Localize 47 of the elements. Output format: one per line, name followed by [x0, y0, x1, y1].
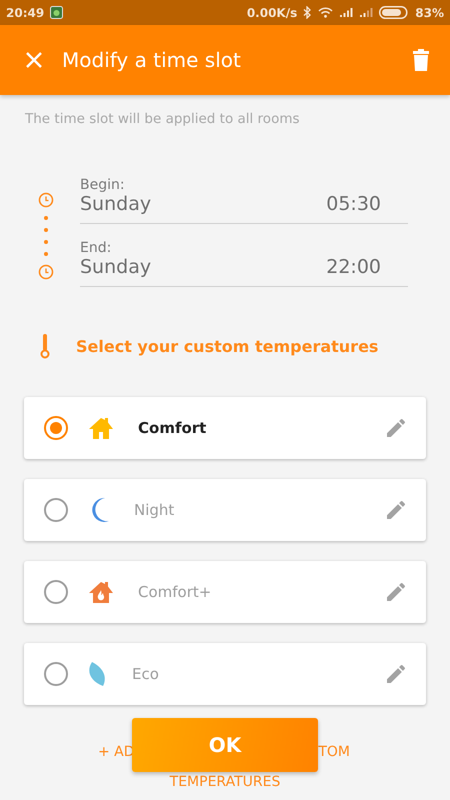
battery-icon	[379, 6, 410, 19]
thermometer-icon	[40, 333, 50, 359]
radio-button[interactable]	[44, 662, 68, 686]
delete-button[interactable]	[412, 48, 430, 72]
screen-title: Modify a time slot	[62, 48, 242, 72]
time-field[interactable]: Begin: Sunday 05:30	[80, 177, 408, 224]
leaf-icon	[88, 661, 108, 687]
field-label: Begin:	[80, 177, 126, 193]
hint-text: The time slot will be applied to all rooms	[24, 110, 301, 127]
section-title: Select your custom temperatures	[76, 336, 378, 356]
field-label: End:	[80, 240, 112, 256]
add-link-text[interactable]: TEMPERATURES	[170, 774, 280, 790]
temperature-name: Eco	[132, 665, 160, 683]
radio-button[interactable]	[44, 416, 68, 440]
network-speed: 0.00K/s	[246, 6, 298, 20]
time-value: 22:00	[326, 256, 382, 278]
clock-icon	[38, 264, 54, 280]
wifi-icon	[318, 7, 334, 18]
add-link-text[interactable]: TOM	[318, 744, 350, 760]
house-icon	[88, 416, 114, 440]
time-field[interactable]: End: Sunday 22:00	[80, 240, 408, 287]
temperature-card[interactable]: Comfort+	[24, 561, 426, 623]
pencil-icon[interactable]	[384, 416, 408, 440]
battery-level: 83%	[415, 6, 444, 20]
ok-button[interactable]: OK	[132, 718, 318, 772]
status-time: 20:49	[6, 6, 44, 20]
pencil-icon[interactable]	[384, 580, 408, 604]
day-value: Sunday	[80, 193, 152, 215]
temperature-card[interactable]: Eco	[24, 643, 426, 705]
signal-icon	[339, 7, 354, 18]
day-value: Sunday	[80, 256, 152, 278]
temperature-card[interactable]: Night	[24, 479, 426, 541]
signal-icon	[359, 7, 374, 18]
radio-button[interactable]	[44, 498, 68, 522]
temperature-name: Comfort+	[138, 583, 212, 601]
house-flame-icon	[88, 580, 114, 604]
temperature-name: Night	[134, 501, 176, 519]
bluetooth-icon	[303, 6, 312, 19]
close-button[interactable]	[24, 50, 44, 70]
pencil-icon[interactable]	[384, 498, 408, 522]
temperature-card[interactable]: Comfort	[24, 397, 426, 459]
clock-icon	[38, 192, 54, 208]
time-value: 05:30	[326, 193, 382, 215]
radio-button[interactable]	[44, 580, 68, 604]
app-notification-icon	[50, 6, 64, 19]
temperature-name: Comfort	[138, 419, 208, 437]
pencil-icon[interactable]	[384, 662, 408, 686]
